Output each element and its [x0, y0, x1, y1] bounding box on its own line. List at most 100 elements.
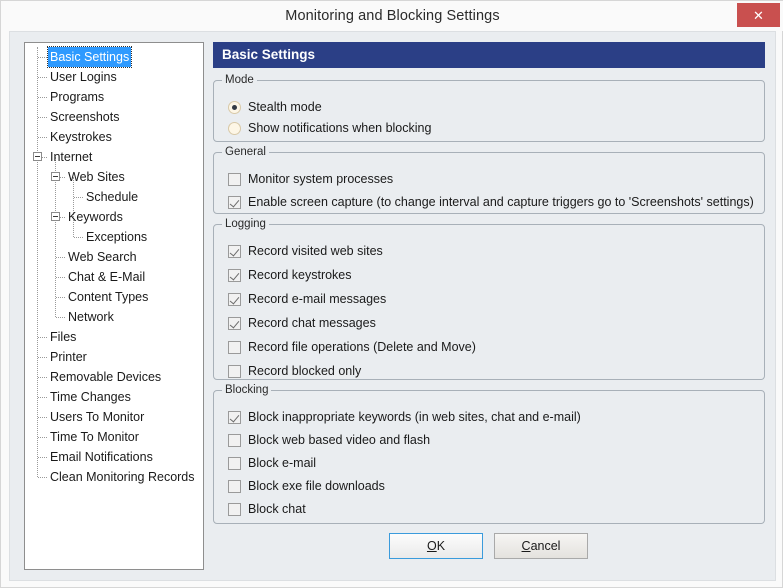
sidebar-item-chat-e-mail[interactable]: Chat & E-Mail	[66, 267, 147, 287]
tree-connector	[38, 477, 47, 479]
option-label: Show notifications when blocking	[248, 121, 431, 135]
sidebar-item-schedule[interactable]: Schedule	[84, 187, 140, 207]
sidebar-item-network[interactable]: Network	[66, 307, 116, 327]
cancel-button[interactable]: Cancel	[494, 533, 588, 559]
sidebar-item-label: Web Sites	[66, 167, 127, 187]
sidebar-item-label: Time To Monitor	[48, 427, 141, 447]
group-title: General	[222, 146, 269, 158]
settings-tree[interactable]: Basic SettingsUser LoginsProgramsScreens…	[24, 42, 204, 570]
checkbox-indicator[interactable]	[228, 317, 241, 330]
sidebar-item-web-search[interactable]: Web Search	[66, 247, 139, 267]
checkbox-block-web-based-video-and-flash[interactable]: Block web based video and flash	[228, 432, 430, 448]
checkbox-indicator[interactable]	[228, 341, 241, 354]
sidebar-item-email-notifications[interactable]: Email Notifications	[48, 447, 155, 467]
tree-connector	[38, 117, 47, 119]
group-blocking: BlockingBlock inappropriate keywords (in…	[213, 390, 765, 524]
group-general: GeneralMonitor system processesEnable sc…	[213, 152, 765, 214]
checkbox-record-file-operations-delete-and-move[interactable]: Record file operations (Delete and Move)	[228, 339, 476, 355]
radio-indicator[interactable]	[228, 122, 241, 135]
sidebar-item-content-types[interactable]: Content Types	[66, 287, 150, 307]
option-label: Stealth mode	[248, 100, 322, 114]
content-panel: Basic Settings ModeStealth modeShow noti…	[213, 42, 765, 570]
checkbox-record-e-mail-messages[interactable]: Record e-mail messages	[228, 291, 386, 307]
tree-connector	[38, 417, 47, 419]
option-label: Record chat messages	[248, 316, 376, 330]
checkbox-indicator[interactable]	[228, 196, 241, 209]
checkbox-indicator[interactable]	[228, 173, 241, 186]
tree-connector	[38, 97, 47, 99]
checkbox-block-exe-file-downloads[interactable]: Block exe file downloads	[228, 478, 385, 494]
sidebar-item-web-sites[interactable]: Web Sites	[66, 167, 127, 187]
sidebar-item-basic-settings[interactable]: Basic Settings	[48, 47, 131, 67]
option-label: Record e-mail messages	[248, 292, 386, 306]
checkbox-record-visited-web-sites[interactable]: Record visited web sites	[228, 243, 383, 259]
button-label-part: ancel	[531, 539, 561, 553]
tree-connector	[38, 137, 47, 139]
sidebar-item-internet[interactable]: Internet	[48, 147, 94, 167]
checkbox-record-blocked-only[interactable]: Record blocked only	[228, 363, 361, 379]
tree-connector	[74, 237, 83, 239]
section-header: Basic Settings	[213, 42, 765, 68]
sidebar-item-label: Exceptions	[84, 227, 149, 247]
checkbox-block-chat[interactable]: Block chat	[228, 501, 306, 517]
tree-collapse-icon[interactable]	[51, 172, 60, 181]
checkbox-indicator[interactable]	[228, 411, 241, 424]
checkbox-block-inappropriate-keywords-in-web-sites-[interactable]: Block inappropriate keywords (in web sit…	[228, 409, 581, 425]
sidebar-item-label: Email Notifications	[48, 447, 155, 467]
group-title: Logging	[222, 218, 269, 230]
sidebar-item-removable-devices[interactable]: Removable Devices	[48, 367, 163, 387]
checkbox-indicator[interactable]	[228, 245, 241, 258]
checkbox-indicator[interactable]	[228, 457, 241, 470]
tree-collapse-icon[interactable]	[51, 212, 60, 221]
checkbox-record-keystrokes[interactable]: Record keystrokes	[228, 267, 352, 283]
checkbox-indicator[interactable]	[228, 269, 241, 282]
checkbox-indicator[interactable]	[228, 480, 241, 493]
checkbox-indicator[interactable]	[228, 434, 241, 447]
sidebar-item-label: Files	[48, 327, 78, 347]
sidebar-item-time-to-monitor[interactable]: Time To Monitor	[48, 427, 141, 447]
sidebar-item-keystrokes[interactable]: Keystrokes	[48, 127, 114, 147]
sidebar-item-label: Keywords	[66, 207, 125, 227]
close-button[interactable]: ✕	[737, 3, 780, 27]
sidebar-item-label: Programs	[48, 87, 106, 107]
tree-connector	[38, 357, 47, 359]
tree-connector	[56, 257, 65, 259]
option-label: Block inappropriate keywords (in web sit…	[248, 410, 581, 424]
sidebar-item-user-logins[interactable]: User Logins	[48, 67, 119, 87]
close-icon: ✕	[753, 9, 764, 22]
sidebar-item-label: Web Search	[66, 247, 139, 267]
tree-connector	[56, 297, 65, 299]
tree-connector	[56, 277, 65, 279]
radio-show-notifications-when-blocking[interactable]: Show notifications when blocking	[228, 120, 431, 136]
cancel-button-label: Cancel	[522, 539, 561, 553]
checkbox-indicator[interactable]	[228, 365, 241, 378]
option-label: Block chat	[248, 502, 306, 516]
group-mode: ModeStealth modeShow notifications when …	[213, 80, 765, 142]
ok-button[interactable]: OK	[389, 533, 483, 559]
sidebar-item-printer[interactable]: Printer	[48, 347, 89, 367]
sidebar-item-files[interactable]: Files	[48, 327, 78, 347]
checkbox-indicator[interactable]	[228, 503, 241, 516]
radio-stealth-mode[interactable]: Stealth mode	[228, 99, 322, 115]
tree-connector	[38, 457, 47, 459]
sidebar-item-programs[interactable]: Programs	[48, 87, 106, 107]
checkbox-indicator[interactable]	[228, 293, 241, 306]
sidebar-item-time-changes[interactable]: Time Changes	[48, 387, 133, 407]
checkbox-record-chat-messages[interactable]: Record chat messages	[228, 315, 376, 331]
radio-indicator[interactable]	[228, 101, 241, 114]
title-bar: Monitoring and Blocking Settings ✕	[1, 1, 783, 31]
option-label: Enable screen capture (to change interva…	[248, 195, 754, 209]
sidebar-item-users-to-monitor[interactable]: Users To Monitor	[48, 407, 146, 427]
tree-connector	[38, 57, 47, 59]
checkbox-block-e-mail[interactable]: Block e-mail	[228, 455, 316, 471]
checkbox-enable-screen-capture-to-change-interval-a[interactable]: Enable screen capture (to change interva…	[228, 194, 754, 210]
tree-collapse-icon[interactable]	[33, 152, 42, 161]
sidebar-item-clean-monitoring-records[interactable]: Clean Monitoring Records	[48, 467, 197, 487]
sidebar-item-exceptions[interactable]: Exceptions	[84, 227, 149, 247]
sidebar-item-label: Clean Monitoring Records	[48, 467, 197, 487]
checkbox-monitor-system-processes[interactable]: Monitor system processes	[228, 171, 393, 187]
sidebar-item-screenshots[interactable]: Screenshots	[48, 107, 121, 127]
option-label: Record file operations (Delete and Move)	[248, 340, 476, 354]
option-label: Record visited web sites	[248, 244, 383, 258]
sidebar-item-keywords[interactable]: Keywords	[66, 207, 125, 227]
